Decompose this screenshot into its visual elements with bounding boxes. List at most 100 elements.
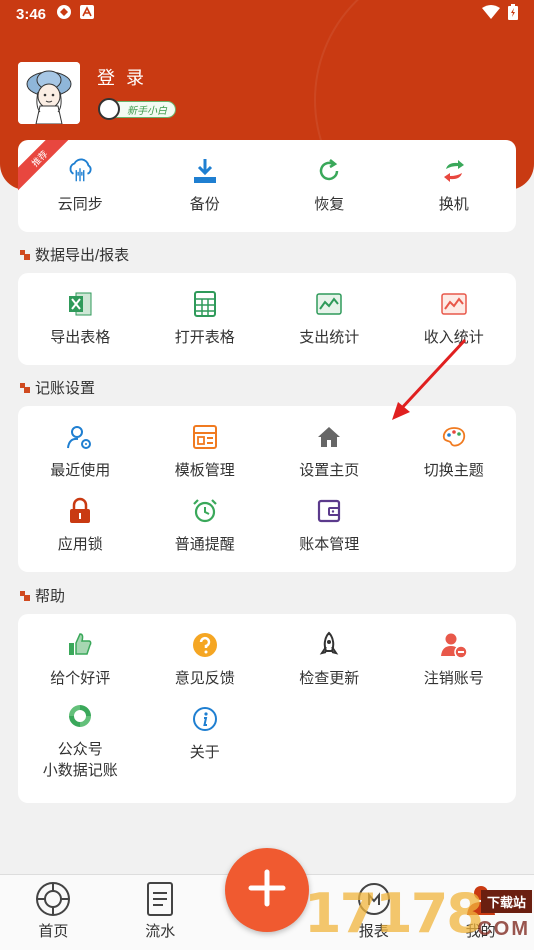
feedback-label: 意见反馈 [174, 670, 235, 687]
nav-home-label: 首页 [38, 923, 69, 940]
nav-mine[interactable]: 我的 [427, 875, 534, 950]
lock-icon [66, 497, 94, 525]
section-mark-icon [20, 590, 30, 601]
switch-device-button[interactable]: 换机 [392, 149, 517, 223]
nav-flow-label: 流水 [145, 923, 176, 940]
spreadsheet-icon [191, 290, 219, 318]
document-icon [142, 881, 178, 917]
income-stats-label: 收入统计 [423, 329, 484, 346]
download-icon [191, 157, 219, 185]
export-sheet-label: 导出表格 [50, 329, 111, 346]
ledger-manage-label: 账本管理 [299, 536, 360, 553]
set-homepage-label: 设置主页 [299, 462, 360, 479]
set-homepage-button[interactable]: 设置主页 [267, 415, 392, 489]
section-title-help: 帮助 [20, 585, 65, 606]
recent-use-label: 最近使用 [50, 462, 111, 479]
template-manage-label: 模板管理 [174, 462, 235, 479]
official-account-button[interactable]: 公众号 小数据记账 [18, 697, 143, 785]
avatar[interactable] [18, 62, 80, 124]
section-mark-icon [20, 249, 30, 260]
app-lock-button[interactable]: 应用锁 [18, 489, 143, 563]
template-manage-button[interactable]: 模板管理 [143, 415, 268, 489]
cloud-sync-label: 云同步 [57, 196, 103, 213]
normal-reminder-label: 普通提醒 [174, 536, 235, 553]
report-icon [356, 881, 392, 917]
swap-icon [440, 157, 468, 185]
add-record-fab[interactable] [225, 848, 309, 932]
expense-stats-label: 支出统计 [299, 329, 360, 346]
ledger-manage-button[interactable]: 账本管理 [267, 489, 392, 563]
expense-stats-button[interactable]: 支出统计 [267, 282, 392, 356]
restore-label: 恢复 [314, 196, 345, 213]
rate-app-label: 给个好评 [50, 670, 111, 687]
section-title-settings: 记账设置 [20, 377, 95, 398]
excel-icon [66, 290, 94, 318]
rate-app-button[interactable]: 给个好评 [18, 623, 143, 697]
section-title-export: 数据导出/报表 [20, 244, 129, 265]
nav-mine-label: 我的 [465, 923, 496, 940]
level-badge: 新手小白 [98, 98, 176, 120]
about-button[interactable]: 关于 [143, 697, 268, 785]
nav-home[interactable]: 首页 [0, 875, 107, 950]
switch-theme-button[interactable]: 切换主题 [392, 415, 517, 489]
switch-device-label: 换机 [438, 196, 469, 213]
recent-use-button[interactable]: 最近使用 [18, 415, 143, 489]
backup-label: 备份 [189, 196, 220, 213]
wallet-icon [315, 497, 343, 525]
help-card: 给个好评 意见反馈 检查更新 注销账号 公众号 小数据记账 关于 [18, 614, 516, 803]
refresh-icon [315, 157, 343, 185]
question-icon [191, 631, 219, 659]
info-icon [191, 705, 219, 733]
login-button[interactable]: 登 录 [97, 64, 147, 90]
check-update-button[interactable]: 检查更新 [267, 623, 392, 697]
normal-reminder-button[interactable]: 普通提醒 [143, 489, 268, 563]
about-label: 关于 [189, 744, 220, 761]
home-icon [315, 423, 343, 451]
open-sheet-label: 打开表格 [174, 329, 235, 346]
alarm-clock-icon [191, 497, 219, 525]
section-title-label: 数据导出/报表 [35, 247, 130, 264]
avatar-illustration-icon [18, 62, 80, 124]
wechat-icon [66, 702, 94, 730]
top-actions-card: 推荐 云同步 备份 恢复 换机 [18, 140, 516, 232]
nav-flow[interactable]: 流水 [107, 875, 214, 950]
level-badge-label: 新手小白 [112, 100, 176, 118]
backup-button[interactable]: 备份 [143, 149, 268, 223]
user-gear-icon [66, 423, 94, 451]
export-sheet-button[interactable]: 导出表格 [18, 282, 143, 356]
section-title-label: 记账设置 [35, 380, 96, 397]
section-mark-icon [20, 382, 30, 393]
cancel-account-button[interactable]: 注销账号 [392, 623, 517, 697]
status-time: 3:46 [16, 5, 47, 23]
expense-chart-icon [315, 290, 343, 318]
restore-button[interactable]: 恢复 [267, 149, 392, 223]
a-notification-icon [80, 5, 95, 23]
cloud-sync-icon [66, 157, 94, 185]
income-stats-button[interactable]: 收入统计 [392, 282, 517, 356]
cancel-account-label: 注销账号 [423, 670, 484, 687]
user-remove-icon [440, 631, 468, 659]
home-nav-icon [35, 881, 71, 917]
app-lock-label: 应用锁 [57, 536, 103, 553]
nav-report[interactable]: 报表 [320, 875, 427, 950]
settings-card: 最近使用 模板管理 设置主页 切换主题 应用锁 普通提醒 账本管理 [18, 406, 516, 572]
app-notification-icon [56, 4, 72, 24]
official-account-label: 公众号 小数据记账 [42, 740, 118, 779]
palette-icon [440, 423, 468, 451]
wifi-icon [482, 5, 500, 23]
rocket-icon [315, 631, 343, 659]
level-circle-icon [98, 98, 120, 120]
plus-icon [247, 868, 287, 913]
battery-icon [508, 4, 518, 24]
thumbs-up-icon [66, 631, 94, 659]
template-icon [191, 423, 219, 451]
section-title-label: 帮助 [35, 588, 66, 605]
income-chart-icon [440, 290, 468, 318]
nav-report-label: 报表 [358, 923, 389, 940]
profile-icon [463, 881, 499, 917]
export-card: 导出表格 打开表格 支出统计 收入统计 [18, 273, 516, 365]
check-update-label: 检查更新 [299, 670, 360, 687]
open-sheet-button[interactable]: 打开表格 [143, 282, 268, 356]
feedback-button[interactable]: 意见反馈 [143, 623, 268, 697]
switch-theme-label: 切换主题 [423, 462, 484, 479]
